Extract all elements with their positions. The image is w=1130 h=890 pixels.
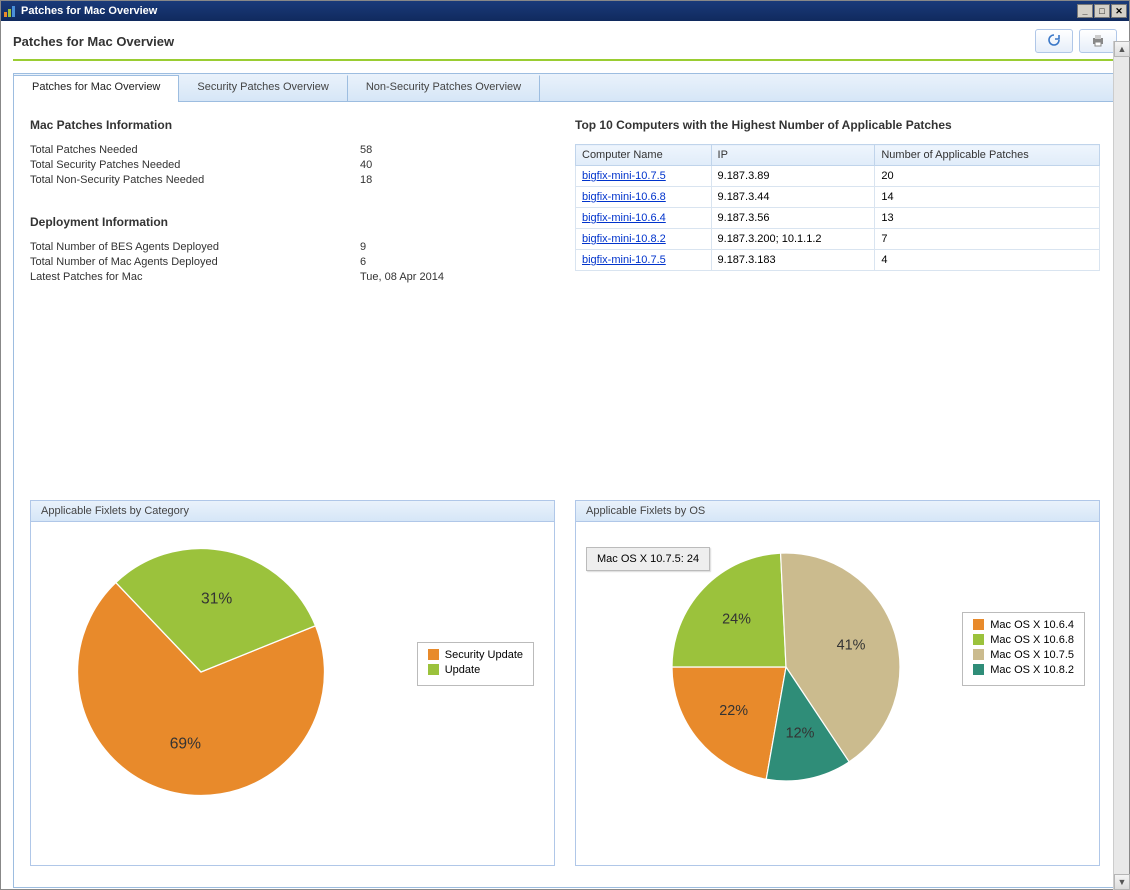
kv-row: Total Number of BES Agents Deployed9 — [30, 241, 555, 253]
kv-value: 6 — [360, 256, 366, 268]
chart-os-title: Applicable Fixlets by OS — [576, 501, 1099, 522]
tab-patches-overview[interactable]: Patches for Mac Overview — [13, 75, 179, 102]
tabs: Patches for Mac Overview Security Patche… — [14, 74, 1116, 102]
top-computers-table: Computer Name IP Number of Applicable Pa… — [575, 144, 1100, 271]
pie-slice-label: 22% — [719, 702, 748, 718]
kv-label: Total Number of Mac Agents Deployed — [30, 256, 360, 268]
tab-security-patches[interactable]: Security Patches Overview — [179, 75, 347, 102]
scroll-down-button[interactable]: ▼ — [1114, 874, 1130, 890]
kv-row: Total Number of Mac Agents Deployed6 — [30, 256, 555, 268]
computer-link[interactable]: bigfix-mini-10.7.5 — [582, 254, 666, 266]
cell-ip: 9.187.3.89 — [711, 166, 875, 187]
legend-item: Security Update — [428, 649, 523, 661]
header-divider — [13, 59, 1117, 61]
deployment-info-title: Deployment Information — [30, 215, 555, 229]
cell-count: 14 — [875, 187, 1100, 208]
chart-category-title: Applicable Fixlets by Category — [31, 501, 554, 522]
pie-slice-label: 69% — [170, 735, 201, 752]
computer-link[interactable]: bigfix-mini-10.8.2 — [582, 233, 666, 245]
legend-category: Security Update Update — [417, 642, 534, 686]
legend-item: Mac OS X 10.6.8 — [973, 634, 1074, 646]
tab-non-security-patches[interactable]: Non-Security Patches Overview — [348, 75, 540, 102]
kv-label: Total Number of BES Agents Deployed — [30, 241, 360, 253]
top-computers-title: Top 10 Computers with the Highest Number… — [575, 118, 1100, 132]
cell-ip: 9.187.3.44 — [711, 187, 875, 208]
cell-count: 4 — [875, 250, 1100, 271]
table-row: bigfix-mini-10.7.5 9.187.3.1834 — [576, 250, 1100, 271]
computer-link[interactable]: bigfix-mini-10.7.5 — [582, 170, 666, 182]
print-icon — [1090, 32, 1106, 51]
legend-swatch — [428, 664, 439, 675]
pie-slice[interactable] — [672, 553, 786, 667]
kv-label: Total Patches Needed — [30, 144, 360, 156]
table-row: bigfix-mini-10.7.5 9.187.3.8920 — [576, 166, 1100, 187]
legend-swatch — [973, 664, 984, 675]
col-header-ip[interactable]: IP — [711, 145, 875, 166]
vertical-scrollbar[interactable]: ▲ ▼ — [1113, 41, 1129, 890]
col-header-name[interactable]: Computer Name — [576, 145, 712, 166]
legend-swatch — [428, 649, 439, 660]
pie-slice-label: 24% — [722, 611, 751, 627]
legend-label: Update — [445, 664, 480, 676]
cell-ip: 9.187.3.183 — [711, 250, 875, 271]
legend-swatch — [973, 649, 984, 660]
legend-swatch — [973, 634, 984, 645]
titlebar: Patches for Mac Overview _ □ ✕ — [1, 1, 1129, 21]
print-button[interactable] — [1079, 29, 1117, 53]
legend-label: Mac OS X 10.6.8 — [990, 634, 1074, 646]
refresh-icon — [1046, 32, 1062, 51]
pie-slice-label: 41% — [837, 637, 866, 653]
window-title: Patches for Mac Overview — [21, 5, 1077, 17]
col-header-count[interactable]: Number of Applicable Patches — [875, 145, 1100, 166]
kv-value: 18 — [360, 174, 372, 186]
pie-slice-label: 12% — [786, 725, 815, 741]
cell-count: 20 — [875, 166, 1100, 187]
kv-row: Latest Patches for MacTue, 08 Apr 2014 — [30, 271, 555, 283]
computer-link[interactable]: bigfix-mini-10.6.4 — [582, 212, 666, 224]
kv-row: Total Patches Needed58 — [30, 144, 555, 156]
legend-swatch — [973, 619, 984, 630]
page-title: Patches for Mac Overview — [13, 34, 1035, 49]
refresh-button[interactable] — [1035, 29, 1073, 53]
table-row: bigfix-mini-10.8.2 9.187.3.200; 10.1.1.27 — [576, 229, 1100, 250]
window-close-button[interactable]: ✕ — [1111, 4, 1127, 18]
kv-label: Total Non-Security Patches Needed — [30, 174, 360, 186]
computer-link[interactable]: bigfix-mini-10.6.8 — [582, 191, 666, 203]
kv-value: 58 — [360, 144, 372, 156]
kv-value: Tue, 08 Apr 2014 — [360, 271, 444, 283]
kv-value: 9 — [360, 241, 366, 253]
app-icon — [3, 4, 17, 18]
kv-label: Latest Patches for Mac — [30, 271, 360, 283]
legend-label: Mac OS X 10.7.5 — [990, 649, 1074, 661]
legend-item: Update — [428, 664, 523, 676]
pie-slice-label: 31% — [201, 590, 232, 607]
cell-count: 7 — [875, 229, 1100, 250]
kv-row: Total Security Patches Needed40 — [30, 159, 555, 171]
legend-item: Mac OS X 10.6.4 — [973, 619, 1074, 631]
chart-os-panel: Applicable Fixlets by OS Mac OS X 10.7.5… — [575, 500, 1100, 867]
kv-value: 40 — [360, 159, 372, 171]
pie-chart-category: 69% 31% — [71, 542, 331, 802]
legend-item: Mac OS X 10.7.5 — [973, 649, 1074, 661]
pie-chart-os: 22% 24% 41% 12% — [666, 547, 906, 787]
kv-row: Total Non-Security Patches Needed18 — [30, 174, 555, 186]
window-maximize-button[interactable]: □ — [1094, 4, 1110, 18]
scroll-up-button[interactable]: ▲ — [1114, 41, 1130, 57]
legend-label: Mac OS X 10.6.4 — [990, 619, 1074, 631]
cell-ip: 9.187.3.56 — [711, 208, 875, 229]
table-row: bigfix-mini-10.6.8 9.187.3.4414 — [576, 187, 1100, 208]
table-row: bigfix-mini-10.6.4 9.187.3.5613 — [576, 208, 1100, 229]
window-minimize-button[interactable]: _ — [1077, 4, 1093, 18]
legend-os: Mac OS X 10.6.4 Mac OS X 10.6.8 Mac OS X 1… — [962, 612, 1085, 686]
legend-label: Mac OS X 10.8.2 — [990, 664, 1074, 676]
toolbar — [1035, 29, 1117, 53]
kv-label: Total Security Patches Needed — [30, 159, 360, 171]
patches-info-title: Mac Patches Information — [30, 118, 555, 132]
chart-category-panel: Applicable Fixlets by Category 69% 31% Se… — [30, 500, 555, 867]
cell-ip: 9.187.3.200; 10.1.1.2 — [711, 229, 875, 250]
cell-count: 13 — [875, 208, 1100, 229]
legend-item: Mac OS X 10.8.2 — [973, 664, 1074, 676]
legend-label: Security Update — [445, 649, 523, 661]
